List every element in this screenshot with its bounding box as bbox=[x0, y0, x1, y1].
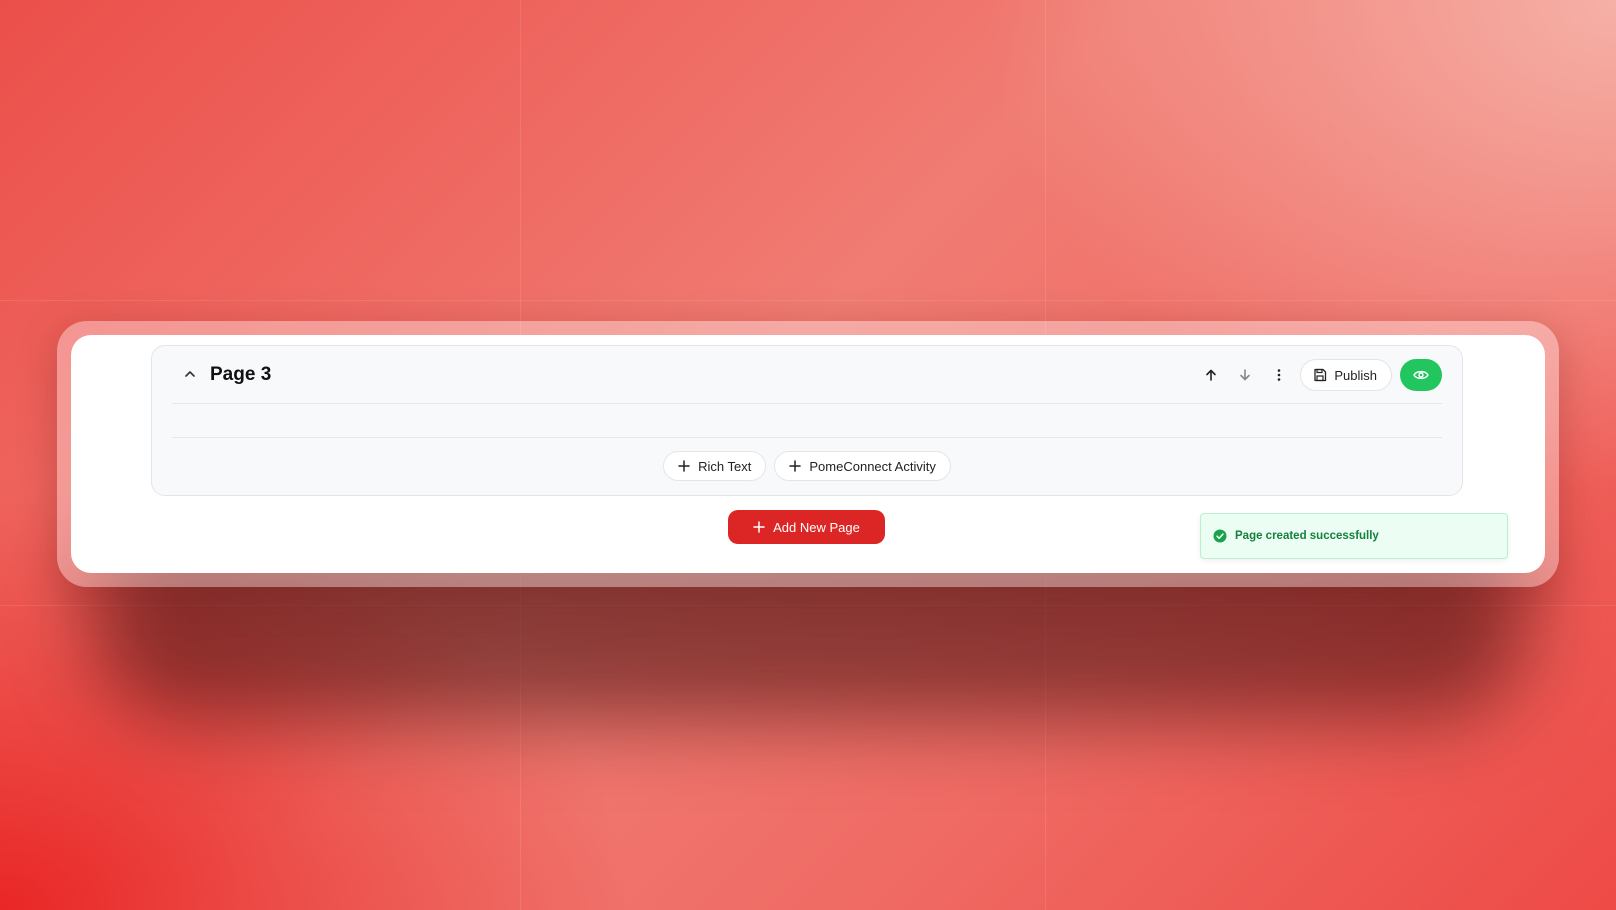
arrow-up-icon bbox=[1206, 369, 1217, 381]
arrow-down-icon bbox=[1240, 369, 1251, 381]
more-vertical-icon bbox=[1278, 369, 1281, 381]
activity-label: PomeConnect Activity bbox=[809, 458, 936, 474]
page-card-header: Page 3 Publish bbox=[152, 346, 1462, 406]
page-title: Page 3 bbox=[210, 364, 272, 385]
move-down-button[interactable] bbox=[1228, 359, 1262, 391]
add-rich-text-button[interactable]: Rich Text bbox=[663, 451, 767, 481]
move-up-button[interactable] bbox=[1194, 359, 1228, 391]
header-divider bbox=[172, 403, 1442, 404]
eye-icon bbox=[1413, 370, 1429, 380]
background-grid-line bbox=[0, 300, 1616, 301]
plus-icon bbox=[789, 460, 802, 472]
publish-label: Publish bbox=[1334, 367, 1377, 383]
more-options-button[interactable] bbox=[1262, 359, 1296, 391]
check-circle-icon bbox=[1213, 529, 1227, 543]
preview-button[interactable] bbox=[1400, 359, 1442, 391]
plus-icon bbox=[753, 521, 765, 533]
save-icon bbox=[1314, 368, 1327, 382]
content-divider bbox=[172, 437, 1442, 438]
add-activity-button[interactable]: PomeConnect Activity bbox=[774, 451, 951, 481]
success-toast: Page created successfully bbox=[1200, 513, 1508, 559]
toast-message: Page created successfully bbox=[1235, 530, 1379, 542]
plus-icon bbox=[678, 460, 690, 472]
editor-window: Page 3 Publish Rich Text PomeConnect Act… bbox=[71, 335, 1545, 573]
add-new-page-button[interactable]: Add New Page bbox=[728, 510, 885, 544]
page-card: Page 3 Publish Rich Text PomeConnect Act… bbox=[151, 345, 1463, 496]
add-page-label: Add New Page bbox=[773, 519, 860, 535]
window-frame: Page 3 Publish Rich Text PomeConnect Act… bbox=[57, 321, 1559, 587]
collapse-button[interactable] bbox=[178, 362, 202, 386]
rich-text-label: Rich Text bbox=[698, 458, 752, 474]
publish-button[interactable]: Publish bbox=[1300, 359, 1392, 391]
add-block-toolbar: Rich Text PomeConnect Activity bbox=[152, 451, 1462, 481]
page-actions: Publish bbox=[1194, 359, 1442, 391]
chevron-up-icon bbox=[185, 371, 195, 377]
